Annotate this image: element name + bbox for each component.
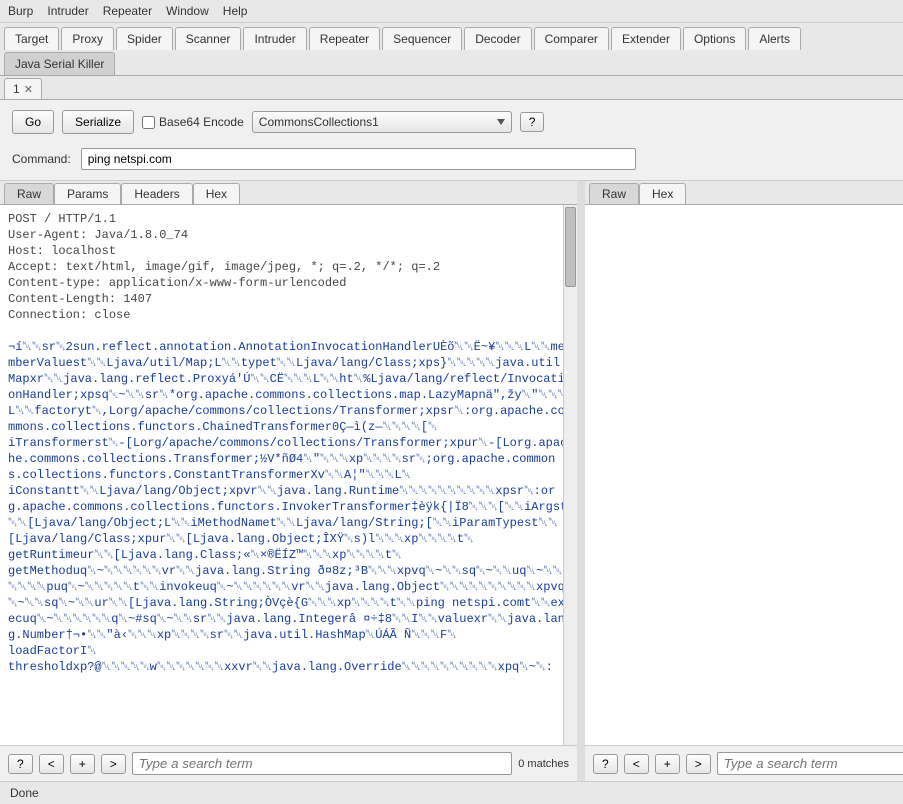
- sub-tab-bar: 1 ✕: [0, 76, 903, 100]
- search-next-button[interactable]: >: [101, 754, 126, 774]
- menu-window[interactable]: Window: [166, 4, 209, 18]
- menu-help[interactable]: Help: [223, 4, 248, 18]
- scroll-thumb[interactable]: [565, 207, 576, 287]
- search-add-button[interactable]: +: [70, 754, 95, 774]
- base64-label: Base64 Encode: [159, 115, 244, 129]
- resp-search-prev-button[interactable]: <: [624, 754, 649, 774]
- menu-repeater[interactable]: Repeater: [103, 4, 152, 18]
- tab-decoder[interactable]: Decoder: [464, 27, 531, 50]
- request-tab-hex[interactable]: Hex: [193, 183, 240, 204]
- response-tab-hex[interactable]: Hex: [639, 183, 686, 204]
- request-headers-text: POST / HTTP/1.1 User-Agent: Java/1.8.0_7…: [8, 212, 440, 322]
- menu-intruder[interactable]: Intruder: [47, 4, 88, 18]
- request-body-text: ¬í␀␀sr␀2sun.reflect.annotation.Annotatio…: [8, 340, 567, 674]
- tab-intruder[interactable]: Intruder: [243, 27, 306, 50]
- request-tab-headers[interactable]: Headers: [121, 183, 192, 204]
- resp-search-next-button[interactable]: >: [686, 754, 711, 774]
- request-searchbar: ? < + > 0 matches: [0, 745, 577, 781]
- help-button[interactable]: ?: [520, 112, 545, 132]
- tab-options[interactable]: Options: [683, 27, 746, 50]
- request-editor-wrap: POST / HTTP/1.1 User-Agent: Java/1.8.0_7…: [0, 205, 577, 745]
- resp-search-help-button[interactable]: ?: [593, 754, 618, 774]
- search-help-button[interactable]: ?: [8, 754, 33, 774]
- tab-comparer[interactable]: Comparer: [534, 27, 609, 50]
- request-tab-raw[interactable]: Raw: [4, 183, 54, 204]
- response-tab-raw[interactable]: Raw: [589, 183, 639, 204]
- scrollbar[interactable]: [563, 205, 577, 745]
- tab-repeater[interactable]: Repeater: [309, 27, 380, 50]
- go-button[interactable]: Go: [12, 110, 54, 134]
- main-tab-bar: Target Proxy Spider Scanner Intruder Rep…: [0, 23, 903, 76]
- resp-search-input[interactable]: [717, 752, 903, 775]
- tab-sequencer[interactable]: Sequencer: [382, 27, 462, 50]
- serialize-button[interactable]: Serialize: [62, 110, 134, 134]
- command-input[interactable]: [81, 148, 636, 170]
- base64-checkbox-wrap[interactable]: Base64 Encode: [142, 115, 244, 129]
- toolbar: Go Serialize Base64 Encode CommonsCollec…: [0, 100, 903, 144]
- request-editor[interactable]: POST / HTTP/1.1 User-Agent: Java/1.8.0_7…: [0, 205, 577, 745]
- request-tab-params[interactable]: Params: [54, 183, 121, 204]
- sub-tab-1[interactable]: 1 ✕: [4, 78, 42, 99]
- search-input[interactable]: [132, 752, 513, 775]
- close-icon[interactable]: ✕: [24, 83, 33, 96]
- tab-extender[interactable]: Extender: [611, 27, 681, 50]
- tab-spider[interactable]: Spider: [116, 27, 173, 50]
- response-editor[interactable]: [585, 205, 903, 745]
- search-prev-button[interactable]: <: [39, 754, 64, 774]
- response-view-tabs: Raw Hex: [585, 181, 903, 205]
- tab-proxy[interactable]: Proxy: [61, 27, 114, 50]
- response-pane: Raw Hex ? < + >: [585, 181, 903, 781]
- payload-dropdown[interactable]: CommonsCollections1: [252, 111, 512, 133]
- sub-tab-label: 1: [13, 82, 20, 96]
- tab-alerts[interactable]: Alerts: [748, 27, 801, 50]
- payload-dropdown-value: CommonsCollections1: [259, 115, 379, 129]
- menu-bar: Burp Intruder Repeater Window Help: [0, 0, 903, 23]
- request-view-tabs: Raw Params Headers Hex: [0, 181, 577, 205]
- response-searchbar: ? < + >: [585, 745, 903, 781]
- command-label: Command:: [12, 152, 71, 166]
- request-pane: Raw Params Headers Hex POST / HTTP/1.1 U…: [0, 181, 585, 781]
- split-pane: Raw Params Headers Hex POST / HTTP/1.1 U…: [0, 180, 903, 781]
- base64-checkbox[interactable]: [142, 116, 155, 129]
- resp-search-add-button[interactable]: +: [655, 754, 680, 774]
- status-bar: Done: [0, 781, 903, 804]
- chevron-down-icon: [497, 119, 505, 125]
- menu-burp[interactable]: Burp: [8, 4, 33, 18]
- tab-java-serial-killer[interactable]: Java Serial Killer: [4, 52, 115, 75]
- tab-scanner[interactable]: Scanner: [175, 27, 242, 50]
- search-matches: 0 matches: [518, 758, 569, 770]
- tab-target[interactable]: Target: [4, 27, 59, 50]
- command-row: Command:: [0, 144, 903, 180]
